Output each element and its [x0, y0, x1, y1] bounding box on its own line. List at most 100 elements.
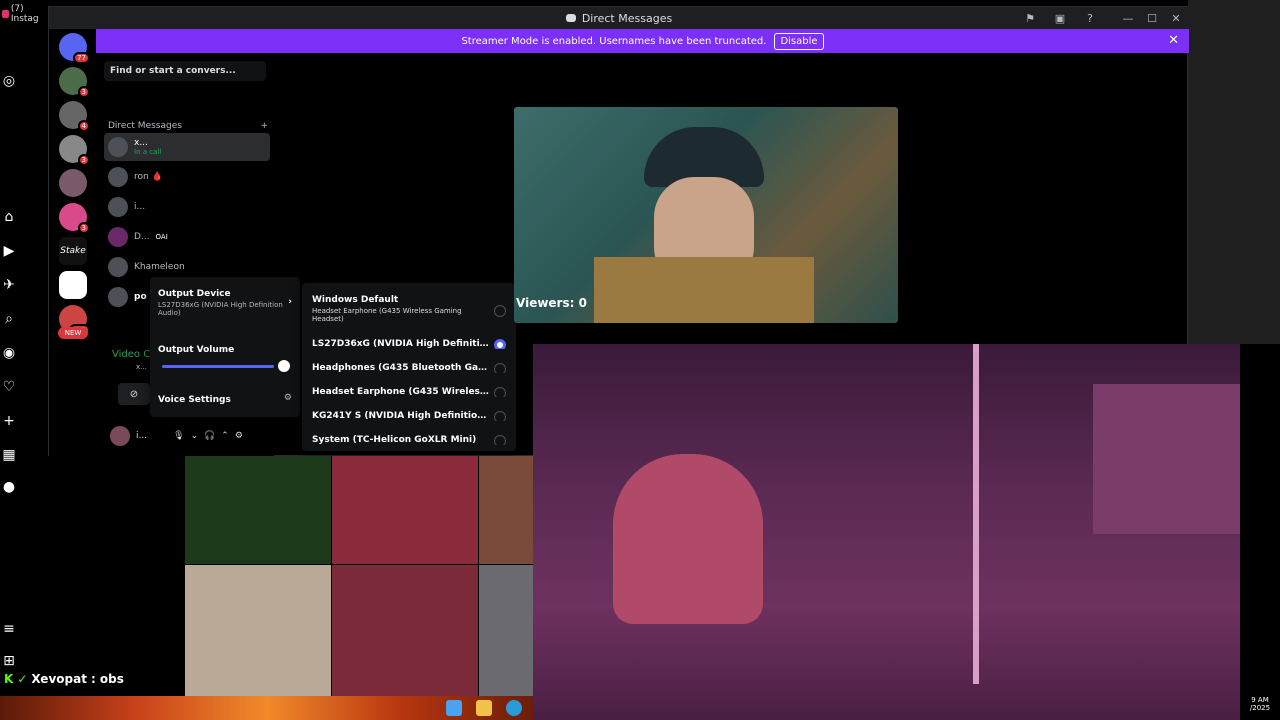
inbox-icon[interactable]: ▣: [1051, 10, 1069, 26]
server-list: 77 3 4 3 3 Stake 111 NEW: [49, 29, 96, 457]
vanity-shape: [1093, 384, 1240, 534]
radio-button[interactable]: [494, 305, 506, 317]
radio-button[interactable]: [494, 387, 506, 397]
explore-icon[interactable]: ◉: [0, 344, 18, 362]
dm-item[interactable]: x... In a call: [104, 133, 270, 161]
output-device-submenu: Windows Default Headset Earphone (G435 W…: [302, 283, 516, 451]
output-device-label: Output Device: [158, 289, 231, 299]
username: i...: [136, 431, 148, 441]
radio-button[interactable]: [494, 363, 506, 373]
radio-button[interactable]: [494, 411, 506, 421]
thumbnail[interactable]: [479, 456, 533, 564]
device-option[interactable]: Windows Default Headset Earphone (G435 W…: [312, 295, 508, 323]
avatar[interactable]: [110, 426, 130, 446]
avatar: [108, 197, 128, 217]
avatar: [108, 257, 128, 277]
thumbnail[interactable]: [332, 456, 478, 564]
device-option[interactable]: Headphones (G435 Bluetooth Gaming He...: [312, 363, 508, 373]
shirt-shape: [594, 257, 814, 323]
menu-icon[interactable]: ≡: [0, 620, 18, 638]
dm-search-input[interactable]: Find or start a convers...: [104, 61, 266, 81]
disable-streamer-mode-button[interactable]: Disable: [774, 32, 824, 50]
chevron-up-icon[interactable]: ⌃: [221, 431, 229, 441]
thumbnail[interactable]: [185, 456, 331, 564]
server-badge: 3: [77, 222, 90, 234]
maximize-button[interactable]: ☐: [1143, 10, 1161, 26]
discord-icon: [565, 14, 576, 22]
search-icon[interactable]: ⌕: [0, 310, 18, 328]
output-volume-label: Output Volume: [158, 345, 235, 355]
chat-text: : obs: [90, 672, 124, 686]
create-icon[interactable]: +: [0, 412, 18, 430]
title-bar: Direct Messages ⚑ ▣ ? — ☐ ✕: [49, 7, 1189, 29]
server-icon[interactable]: 3: [59, 67, 90, 98]
dm-item[interactable]: D... OAI: [104, 223, 270, 251]
instagram-logo-icon[interactable]: ◎: [0, 72, 18, 90]
browser-background-strip: [1188, 0, 1280, 344]
thumbnail[interactable]: [479, 565, 533, 696]
device-option[interactable]: KG241Y S (NVIDIA High Definition Audio): [312, 411, 508, 421]
output-device-item[interactable]: Output Device LS27D36xG (NVIDIA High Def…: [158, 289, 292, 317]
profile-avatar[interactable]: ●: [0, 478, 18, 496]
reels-icon[interactable]: ▶: [0, 242, 18, 260]
taskbar: [0, 696, 533, 720]
server-icon[interactable]: 4: [59, 101, 90, 132]
file-explorer-icon[interactable]: [476, 700, 492, 716]
server-icon[interactable]: 3: [59, 135, 90, 166]
dm-item[interactable]: ron 🩸: [104, 163, 270, 191]
gear-icon[interactable]: ⚙: [235, 431, 243, 441]
device-name: System (TC-Helicon GoXLR Mini): [312, 435, 477, 445]
thumbnail-grid: [185, 456, 533, 696]
output-device-value: LS27D36xG (NVIDIA High Definition Audio): [158, 301, 283, 317]
new-badge: NEW: [58, 327, 88, 339]
radio-button-selected[interactable]: [494, 339, 506, 349]
dashboard-icon[interactable]: ▦: [0, 446, 18, 464]
camera-off-button[interactable]: ⊘: [118, 383, 150, 405]
messages-icon[interactable]: ✈: [0, 276, 18, 294]
browser-tab[interactable]: (7) Instag: [0, 4, 48, 24]
pole-shape: [973, 344, 979, 684]
microphone-icon[interactable]: 🎙: [173, 431, 184, 441]
output-volume-slider[interactable]: [162, 365, 275, 368]
windows-start-icon[interactable]: [446, 700, 462, 716]
streamer-mode-banner: Streamer Mode is enabled. Usernames have…: [96, 29, 1189, 53]
gear-icon: ⚙: [283, 393, 292, 403]
voice-settings-item[interactable]: Voice Settings ⚙: [158, 393, 292, 405]
help-icon[interactable]: ?: [1081, 10, 1099, 26]
device-option[interactable]: System (TC-Helicon GoXLR Mini): [312, 435, 508, 445]
chevron-down-icon[interactable]: ⌄: [191, 431, 199, 441]
meta-icon[interactable]: ⊞: [0, 652, 18, 670]
server-badge: 3: [77, 86, 90, 98]
radio-button[interactable]: [494, 435, 506, 445]
device-option[interactable]: Headset Earphone (G435 Wireless Gamin...: [312, 387, 508, 397]
thumbnail[interactable]: [332, 565, 478, 696]
server-icon[interactable]: [59, 169, 87, 197]
device-name: Windows Default: [312, 295, 399, 305]
dm-name: ron 🩸: [134, 172, 163, 182]
close-banner-icon[interactable]: ✕: [1168, 33, 1179, 48]
home-icon[interactable]: ⌂: [0, 208, 18, 226]
home-server-button[interactable]: 77: [59, 33, 90, 64]
dm-item[interactable]: i...: [104, 193, 270, 221]
window-title: Direct Messages: [581, 11, 673, 25]
person-shape: [613, 454, 763, 624]
dm-header-label: Direct Messages: [108, 121, 182, 131]
flag-icon[interactable]: ⚑: [1021, 10, 1039, 26]
server-icon[interactable]: [59, 271, 87, 299]
server-icon[interactable]: 3: [59, 203, 90, 234]
dm-name: D...: [134, 232, 150, 242]
headphones-icon[interactable]: 🎧: [204, 431, 215, 441]
avatar: [108, 287, 128, 307]
minimize-button[interactable]: —: [1119, 10, 1137, 26]
close-window-button[interactable]: ✕: [1167, 10, 1185, 26]
add-dm-icon[interactable]: +: [260, 121, 268, 131]
volume-slider-handle[interactable]: [278, 360, 290, 372]
edge-browser-icon[interactable]: [506, 700, 522, 716]
thumbnail[interactable]: [185, 565, 331, 696]
device-name: KG241Y S (NVIDIA High Definition Audio): [312, 411, 508, 421]
device-option[interactable]: LS27D36xG (NVIDIA High Definition Audi..…: [312, 339, 508, 349]
notifications-icon[interactable]: ♡: [0, 378, 18, 396]
viewers-count: Viewers: 0: [516, 296, 587, 310]
chat-username: Xevopat: [31, 672, 87, 686]
stake-server-icon[interactable]: Stake: [59, 237, 87, 265]
